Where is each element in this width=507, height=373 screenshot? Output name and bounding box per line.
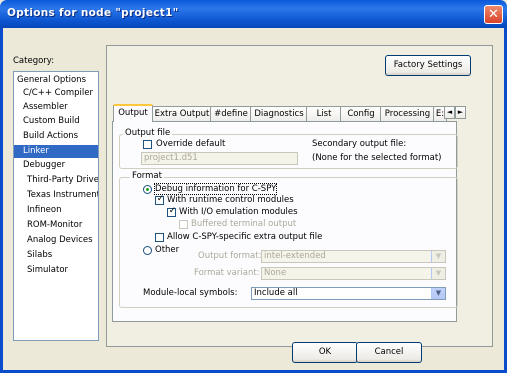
chevron-down-icon: ▼ xyxy=(431,288,445,299)
category-item-general-options[interactable]: General Options xyxy=(17,74,86,87)
category-item-build-actions[interactable]: Build Actions xyxy=(23,130,78,143)
module-local-select[interactable]: Include all ▼ xyxy=(251,287,446,300)
allow-extra-output-checkbox[interactable] xyxy=(155,233,164,242)
buffered-output-checkbox[interactable] xyxy=(179,220,188,229)
chevron-down-icon: ▼ xyxy=(431,268,445,279)
ok-button[interactable]: OK xyxy=(292,342,358,363)
runtime-control-checkbox[interactable]: ✓ xyxy=(155,194,165,205)
tab-list[interactable]: List xyxy=(306,106,342,122)
category-item-assembler[interactable]: Assembler xyxy=(23,101,68,114)
category-item-simulator[interactable]: Simulator xyxy=(27,264,68,277)
output-format-value: intel-extended xyxy=(264,251,326,261)
allow-extra-output-label: Allow C-SPY-specific extra output file xyxy=(167,232,323,242)
debug-info-radio[interactable] xyxy=(143,185,152,194)
module-local-value: Include all xyxy=(254,288,298,298)
other-format-radio[interactable] xyxy=(143,246,152,255)
category-item-infineon[interactable]: Infineon xyxy=(27,204,61,217)
category-item-linker[interactable]: Linker xyxy=(14,145,98,158)
chevron-left-icon: ◄ xyxy=(446,108,453,116)
format-variant-value: None xyxy=(264,268,287,278)
close-button[interactable]: ✕ xyxy=(484,5,503,24)
io-emulation-label: With I/O emulation modules xyxy=(179,207,298,217)
override-default-label: Override default xyxy=(156,139,226,149)
other-format-label: Other xyxy=(155,245,180,255)
tab-config[interactable]: Config xyxy=(340,106,382,122)
secondary-output-label: Secondary output file: xyxy=(312,139,407,149)
module-local-label: Module-local symbols: xyxy=(143,288,238,298)
category-label: Category: xyxy=(13,56,55,66)
category-item-analog-devices[interactable]: Analog Devices xyxy=(27,234,93,247)
category-item-silabs[interactable]: Silabs xyxy=(27,249,52,262)
io-emulation-checkbox[interactable]: ✓ xyxy=(167,206,177,217)
check-icon: ✓ xyxy=(156,194,165,204)
factory-settings-button[interactable]: Factory Settings xyxy=(385,55,471,76)
category-item-c-compiler[interactable]: C/C++ Compiler xyxy=(23,87,93,100)
buffered-output-label: Buffered terminal output xyxy=(191,219,297,229)
format-group-title: Format xyxy=(130,171,164,181)
output-format-select[interactable]: intel-extended ▼ xyxy=(261,250,446,263)
tab-scroll-right-button[interactable]: ► xyxy=(455,106,466,119)
output-filename-field[interactable]: project1.d51 xyxy=(141,152,298,165)
tab-processing[interactable]: Processing xyxy=(380,106,435,122)
debug-info-label: Debug information for C-SPY xyxy=(153,183,278,195)
output-file-group-title: Output file xyxy=(123,128,173,138)
category-item-custom-build[interactable]: Custom Build xyxy=(23,115,80,128)
output-format-label: Output format: xyxy=(198,251,262,261)
window-frame-left xyxy=(0,28,3,373)
check-icon: ✓ xyxy=(168,206,177,216)
category-item-texas-instruments[interactable]: Texas Instruments xyxy=(27,189,98,202)
tab-define[interactable]: #define xyxy=(210,106,252,122)
category-item-third-party-driver[interactable]: Third-Party Driver xyxy=(27,174,98,187)
format-variant-label: Format variant: xyxy=(194,268,260,278)
chevron-right-icon: ► xyxy=(457,108,464,116)
title-bar: Options for node "project1" ✕ xyxy=(0,0,507,28)
chevron-down-icon: ▼ xyxy=(431,251,445,262)
tab-output[interactable]: Output xyxy=(113,104,153,122)
radio-selected-dot xyxy=(146,188,149,191)
window-title: Options for node "project1" xyxy=(7,7,179,19)
tab-extra-output[interactable]: Extra Output xyxy=(152,106,212,122)
tab-scroll-left-button[interactable]: ◄ xyxy=(444,106,455,119)
tab-diagnostics[interactable]: Diagnostics xyxy=(250,106,308,122)
runtime-control-label: With runtime control modules xyxy=(167,195,294,205)
category-list[interactable]: General Options C/C++ Compiler Assembler… xyxy=(13,71,99,341)
category-item-debugger[interactable]: Debugger xyxy=(23,159,65,172)
format-variant-select[interactable]: None ▼ xyxy=(261,267,446,280)
override-default-checkbox[interactable] xyxy=(143,140,152,149)
close-icon: ✕ xyxy=(488,7,499,22)
category-item-rom-monitor[interactable]: ROM-Monitor xyxy=(27,219,82,232)
secondary-output-value: (None for the selected format) xyxy=(312,153,442,163)
cancel-button[interactable]: Cancel xyxy=(356,342,422,363)
